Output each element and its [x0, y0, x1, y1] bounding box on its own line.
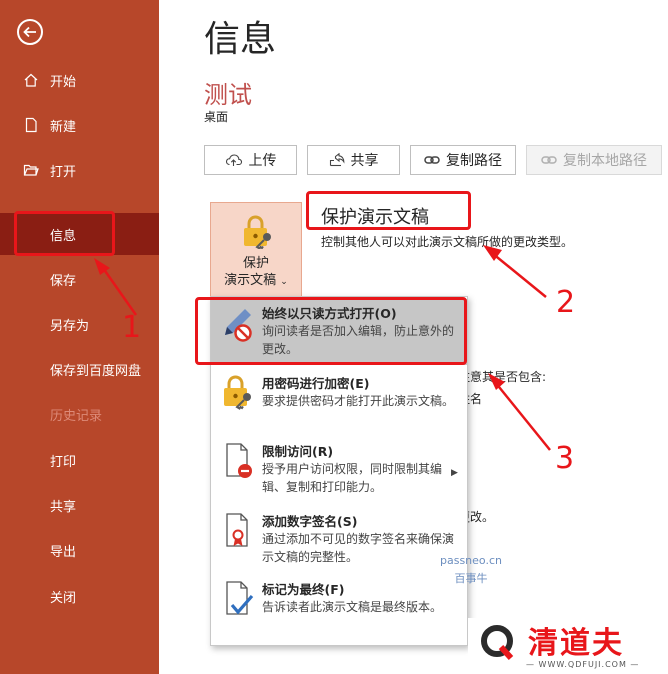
annotation-box-info	[14, 211, 115, 256]
page-title: 信息	[204, 19, 277, 60]
nav-history: 历史记录	[0, 396, 159, 432]
nav-share-label: 共享	[50, 499, 77, 515]
upload-label: 上传	[248, 153, 277, 169]
upload-button[interactable]: 上传	[204, 145, 297, 175]
annotation-box-read-only	[195, 297, 467, 365]
open-folder-icon	[22, 161, 40, 179]
nav-close[interactable]: 关闭	[0, 578, 159, 614]
digital-signature-icon	[226, 513, 248, 547]
nav-print-label: 打印	[50, 454, 77, 470]
menu-item-description: 授予用户访问权限，同时限制其编辑、复制和打印能力。	[262, 462, 443, 494]
restrict-access-icon	[226, 443, 252, 478]
nav-close-label: 关闭	[50, 590, 77, 606]
cloud-upload-icon	[225, 154, 242, 166]
brand-logo: 清道夫 — WWW.QDFUJI.COM —	[468, 618, 668, 674]
home-icon	[22, 71, 40, 89]
nav-share[interactable]: 共享	[0, 487, 159, 523]
back-arrow-icon[interactable]	[17, 19, 43, 45]
copy-path-label: 复制路径	[446, 153, 502, 169]
inspect-fragment: 注意其是否包含:	[458, 370, 547, 384]
chevron-down-icon: ⌄	[280, 277, 288, 287]
protect-label-line2: 演示文稿 ⌄	[211, 269, 301, 288]
copy-local-path-button: 复制本地路径	[526, 145, 662, 175]
nav-new[interactable]: 新建	[0, 107, 159, 143]
logo-name: 清道夫	[528, 626, 624, 661]
menu-item-restrict-access[interactable]: 限制访问(R) 授予用户访问权限，同时限制其编辑、复制和打印能力。	[211, 437, 467, 503]
new-doc-icon	[22, 116, 40, 134]
annotation-number-3: 3	[555, 441, 575, 476]
nav-home[interactable]: 开始	[0, 62, 159, 98]
protect-label-line2-text: 演示文稿	[224, 273, 277, 288]
link-icon	[424, 156, 440, 164]
menu-item-title: 用密码进行加密(E)	[262, 376, 370, 391]
nav-history-label: 历史记录	[50, 408, 103, 424]
logo-q-icon	[481, 625, 514, 661]
submenu-arrow-icon: ▶	[451, 468, 458, 478]
menu-item-description: 告诉读者此演示文稿是最终版本。	[262, 600, 443, 614]
copy-path-button[interactable]: 复制路径	[410, 145, 516, 175]
annotation-number-1: 1	[122, 310, 142, 345]
menu-item-description: 要求提供密码才能打开此演示文稿。	[262, 394, 455, 408]
nav-open-label: 打开	[50, 164, 77, 180]
nav-home-label: 开始	[50, 74, 77, 90]
share-icon	[329, 153, 344, 167]
nav-open[interactable]: 打开	[0, 152, 159, 188]
protect-presentation-button[interactable]: 保护 演示文稿 ⌄	[210, 202, 302, 297]
menu-item-title: 添加数字签名(S)	[262, 514, 358, 529]
watermark-line1: passneo.cn	[440, 554, 502, 567]
nav-save-label: 保存	[50, 273, 77, 289]
copy-local-path-label: 复制本地路径	[563, 153, 647, 169]
mark-final-icon	[226, 581, 254, 615]
annotation-box-protect-title	[306, 191, 471, 230]
link-icon	[541, 156, 557, 164]
nav-new-label: 新建	[50, 119, 77, 135]
menu-item-add-digital-signature[interactable]: 添加数字签名(S) 通过添加不可见的数字签名来确保演示文稿的完整性。	[211, 507, 467, 573]
watermark: passneo.cn 百事牛	[440, 552, 502, 588]
protect-section-description: 控制其他人可以对此演示文稿所做的更改类型。	[321, 235, 574, 249]
menu-item-mark-as-final[interactable]: 标记为最终(F) 告诉读者此演示文稿是最终版本。	[211, 575, 467, 641]
logo-url: — WWW.QDFUJI.COM —	[526, 660, 640, 669]
menu-item-encrypt-password[interactable]: 用密码进行加密(E) 要求提供密码才能打开此演示文稿。	[211, 369, 467, 435]
nav-save-as-label: 另存为	[50, 318, 90, 334]
nav-export-label: 导出	[50, 544, 77, 560]
nav-save-baidu-label: 保存到百度网盘	[50, 363, 142, 379]
menu-item-title: 限制访问(R)	[262, 444, 334, 459]
menu-item-title: 标记为最终(F)	[262, 582, 345, 597]
lock-key-icon	[244, 215, 271, 249]
annotation-number-2: 2	[556, 285, 576, 320]
nav-save[interactable]: 保存	[0, 261, 159, 297]
lock-key-icon	[224, 375, 251, 410]
nav-save-baidu[interactable]: 保存到百度网盘	[0, 351, 159, 387]
watermark-line2: 百事牛	[454, 572, 488, 585]
share-button[interactable]: 共享	[307, 145, 400, 175]
menu-item-description: 通过添加不可见的数字签名来确保演示文稿的完整性。	[262, 532, 455, 564]
document-location: 桌面	[204, 110, 229, 124]
nav-print[interactable]: 打印	[0, 442, 159, 478]
document-name: 测试	[204, 81, 252, 109]
share-label: 共享	[350, 153, 379, 169]
nav-export[interactable]: 导出	[0, 532, 159, 568]
